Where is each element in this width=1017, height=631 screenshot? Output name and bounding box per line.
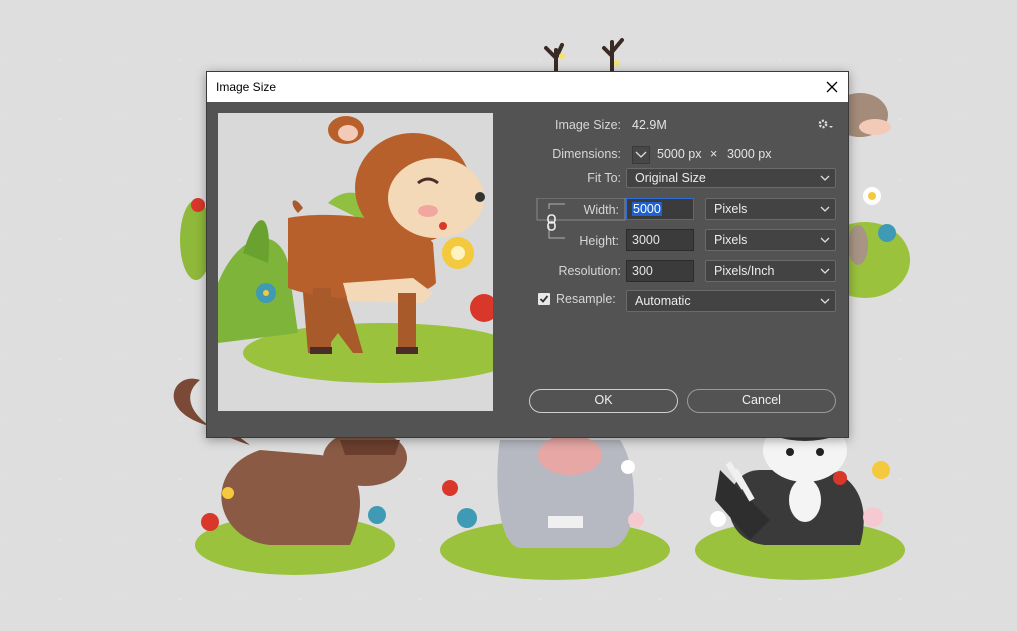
width-unit-select[interactable]: Pixels [705, 198, 836, 220]
ok-button[interactable]: OK [529, 389, 678, 413]
deer-preview-image [218, 116, 493, 383]
image-size-value: 42.9M [632, 118, 667, 132]
gear-icon [818, 119, 833, 129]
chevron-down-icon [820, 206, 830, 212]
height-label: Height: [579, 234, 619, 248]
chevron-down-icon [820, 237, 830, 243]
close-icon [826, 81, 838, 93]
settings-button[interactable] [817, 117, 833, 136]
height-input[interactable]: 3000 [626, 229, 694, 251]
image-size-label: Image Size: [554, 118, 621, 132]
width-value: 5000 [632, 202, 662, 216]
height-value: 3000 [632, 233, 660, 247]
width-input[interactable]: 5000 [626, 198, 694, 220]
cancel-button[interactable]: Cancel [687, 389, 836, 413]
close-button[interactable] [816, 72, 848, 102]
resample-label: Resample: [556, 292, 616, 306]
width-unit-value: Pixels [714, 202, 748, 216]
chevron-down-icon [820, 175, 830, 181]
resolution-unit-select[interactable]: Pixels/Inch [705, 260, 836, 282]
fit-to-select[interactable]: Original Size [626, 168, 836, 188]
dialog-titlebar: Image Size [207, 72, 848, 102]
dimensions-unit-toggle[interactable] [632, 146, 650, 164]
width-label: Width: [583, 203, 619, 217]
resolution-label: Resolution: [558, 264, 621, 278]
resolution-unit-value: Pixels/Inch [714, 264, 775, 278]
resolution-input[interactable]: 300 [626, 260, 694, 282]
dimensions-label: Dimensions: [552, 147, 621, 161]
checkbox-check-icon [539, 295, 549, 303]
dimensions-times: × [710, 147, 718, 161]
height-unit-select[interactable]: Pixels [705, 229, 836, 251]
fit-to-value: Original Size [635, 171, 706, 185]
fit-to-label: Fit To: [587, 171, 621, 185]
resample-value: Automatic [635, 294, 691, 308]
chevron-down-icon [635, 151, 647, 158]
height-unit-value: Pixels [714, 233, 748, 247]
resolution-value: 300 [632, 264, 653, 278]
resample-select[interactable]: Automatic [626, 290, 836, 312]
image-size-dialog: Image Size Image Size: 42.9M Dimensions:… [206, 71, 849, 438]
resample-checkbox[interactable] [538, 293, 550, 305]
dimensions-width: 5000 px [657, 147, 702, 161]
dimensions-height: 3000 px [727, 147, 772, 161]
chevron-down-icon [820, 298, 830, 304]
chevron-down-icon [820, 268, 830, 274]
dialog-title: Image Size [216, 80, 277, 94]
image-preview[interactable] [218, 113, 493, 411]
